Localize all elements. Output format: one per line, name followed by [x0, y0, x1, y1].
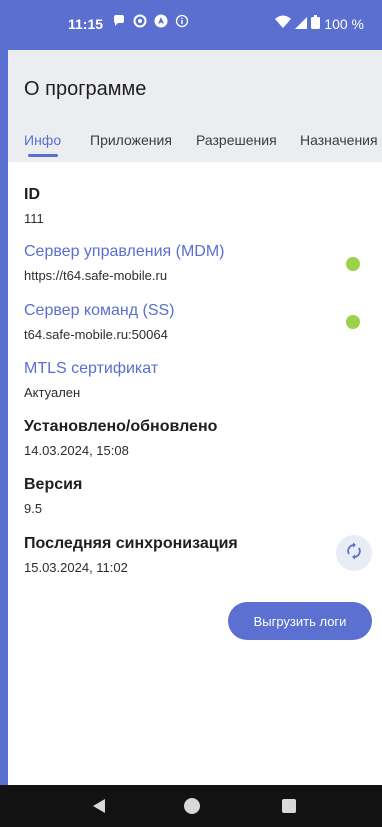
mtls-label[interactable]: MTLS сертификат	[24, 360, 158, 378]
status-icons	[112, 14, 189, 33]
tab-indicator	[28, 154, 58, 157]
ss-server-label[interactable]: Сервер команд (SS)	[24, 302, 175, 320]
status-bar: 11:15 100 %	[0, 0, 382, 50]
mdm-server-value: https://t64.safe-mobile.ru	[24, 268, 168, 283]
status-right: 100 %	[275, 15, 364, 32]
mdm-server-label[interactable]: Сервер управления (MDM)	[24, 243, 225, 261]
wifi-icon	[275, 15, 292, 32]
battery-percent: 100 %	[324, 15, 364, 32]
installed-value: 14.03.2024, 15:08	[24, 443, 129, 458]
page-title: О программе	[24, 78, 147, 100]
tab-assignments[interactable]: Назначения	[300, 132, 378, 148]
app-bar: О программе Инфо Приложения Разрешения Н…	[8, 50, 382, 162]
installed-label: Установлено/обновлено	[24, 418, 218, 435]
mtls-value: Актуален	[24, 385, 81, 400]
mtls-field: MTLS сертификат Актуален	[24, 360, 158, 400]
mdm-status-dot	[346, 257, 360, 271]
mdm-server-field: Сервер управления (MDM) https://t64.safe…	[24, 243, 225, 283]
tab-applications[interactable]: Приложения	[90, 132, 172, 148]
tab-permissions[interactable]: Разрешения	[196, 132, 277, 148]
id-field: ID 111	[24, 186, 44, 226]
version-value: 9.5	[24, 501, 43, 516]
last-sync-value: 15.03.2024, 11:02	[24, 560, 128, 575]
system-nav-bar	[0, 785, 382, 827]
signal-icon	[295, 16, 308, 32]
phone-screen: 11:15 100 % О программе Инфо Приложения …	[0, 0, 382, 827]
export-logs-button[interactable]: Выгрузить логи	[228, 602, 372, 640]
ss-server-value: t64.safe-mobile.ru:50064	[24, 327, 168, 342]
ss-server-field: Сервер команд (SS) t64.safe-mobile.ru:50…	[24, 302, 175, 342]
id-value: 111	[24, 211, 44, 226]
status-time: 11:15	[68, 16, 104, 32]
chat-icon	[112, 14, 126, 33]
id-label: ID	[24, 186, 40, 203]
app-window: О программе Инфо Приложения Разрешения Н…	[8, 50, 382, 785]
home-icon[interactable]	[184, 798, 200, 814]
recent-apps-icon[interactable]	[282, 799, 296, 813]
last-sync-field: Последняя синхронизация 15.03.2024, 11:0…	[24, 535, 238, 575]
info-icon	[175, 14, 189, 33]
circle-icon	[133, 14, 147, 33]
last-sync-label: Последняя синхронизация	[24, 535, 238, 552]
version-field: Версия 9.5	[24, 476, 82, 516]
sync-icon	[345, 542, 363, 565]
ss-status-dot	[346, 315, 360, 329]
nav-icon	[154, 14, 168, 33]
tab-bar: Инфо Приложения Разрешения Назначения	[8, 132, 382, 162]
tab-info[interactable]: Инфо	[24, 132, 61, 148]
sync-button[interactable]	[336, 535, 372, 571]
battery-icon	[311, 15, 321, 32]
installed-field: Установлено/обновлено 14.03.2024, 15:08	[24, 418, 217, 458]
back-icon[interactable]	[92, 798, 106, 819]
version-label: Версия	[24, 476, 83, 493]
